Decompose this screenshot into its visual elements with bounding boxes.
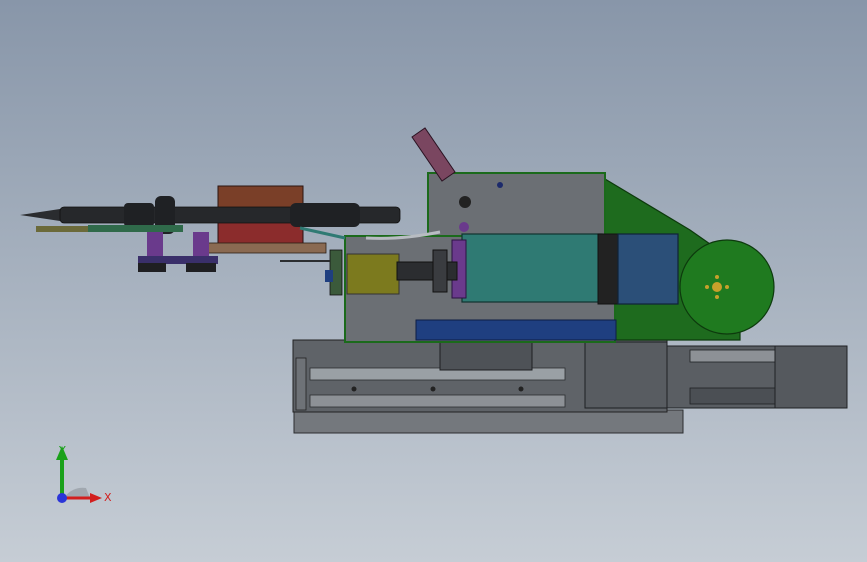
connector-line[interactable] [299, 226, 346, 240]
linear-actuator-right[interactable] [666, 345, 848, 409]
motor-coupling[interactable] [597, 233, 621, 305]
pulley-bolt[interactable] [725, 285, 729, 289]
slide-bolt[interactable] [351, 386, 357, 392]
barrel-ring[interactable] [290, 203, 360, 227]
nozzle-tip[interactable] [20, 209, 60, 221]
slide-base-plate[interactable] [293, 409, 684, 434]
triad-x-arrow [90, 493, 102, 503]
triad-z-origin [57, 493, 67, 503]
teal-motor-body[interactable] [461, 233, 603, 303]
clamp-foot-pad[interactable] [138, 263, 166, 272]
housing-bolt[interactable] [459, 222, 469, 232]
actuator-rail[interactable] [689, 387, 776, 405]
housing-bolt[interactable] [459, 196, 471, 208]
triad-y-label: Y [58, 444, 66, 457]
triad-x-label: X [104, 491, 112, 504]
triad-z-arc [64, 487, 90, 498]
cad-viewport[interactable]: Y X [0, 0, 867, 562]
purple-post[interactable] [193, 232, 209, 258]
slide-side-post[interactable] [295, 357, 307, 411]
clamp-foot-pad[interactable] [186, 263, 216, 272]
slide-rail-lower[interactable] [309, 394, 566, 408]
purple-post[interactable] [147, 232, 163, 258]
pulley-bolt[interactable] [715, 275, 719, 279]
slide-end-block[interactable] [584, 341, 668, 409]
housing-plate-upper[interactable] [427, 172, 606, 240]
spindle-motor[interactable] [451, 233, 679, 305]
blue-motor-body[interactable] [617, 233, 679, 305]
actuator-rod-housing[interactable] [689, 349, 776, 363]
feed-tube-green[interactable] [88, 225, 183, 232]
pulley-bolt[interactable] [705, 285, 709, 289]
slide-bolt[interactable] [430, 386, 436, 392]
base-plate[interactable] [195, 242, 327, 254]
housing-bolt[interactable] [497, 182, 503, 188]
drive-shaft[interactable] [396, 261, 458, 281]
housing-blue-bar[interactable] [415, 319, 617, 341]
shaft-collar[interactable] [432, 249, 448, 293]
barrel-ring[interactable] [124, 203, 154, 227]
pulley-bolt[interactable] [715, 295, 719, 299]
pulley-hub[interactable] [712, 282, 722, 292]
cad-assembly-model[interactable] [0, 0, 867, 562]
clamp-foot[interactable] [138, 256, 218, 264]
olive-block[interactable] [346, 253, 400, 295]
thin-rod[interactable] [280, 260, 330, 262]
linear-slide-assembly[interactable] [292, 337, 684, 434]
slide-bolt[interactable] [518, 386, 524, 392]
small-blue-part[interactable] [325, 270, 333, 282]
reference-triad: Y X [56, 444, 112, 504]
actuator-motor-end[interactable] [774, 345, 848, 409]
